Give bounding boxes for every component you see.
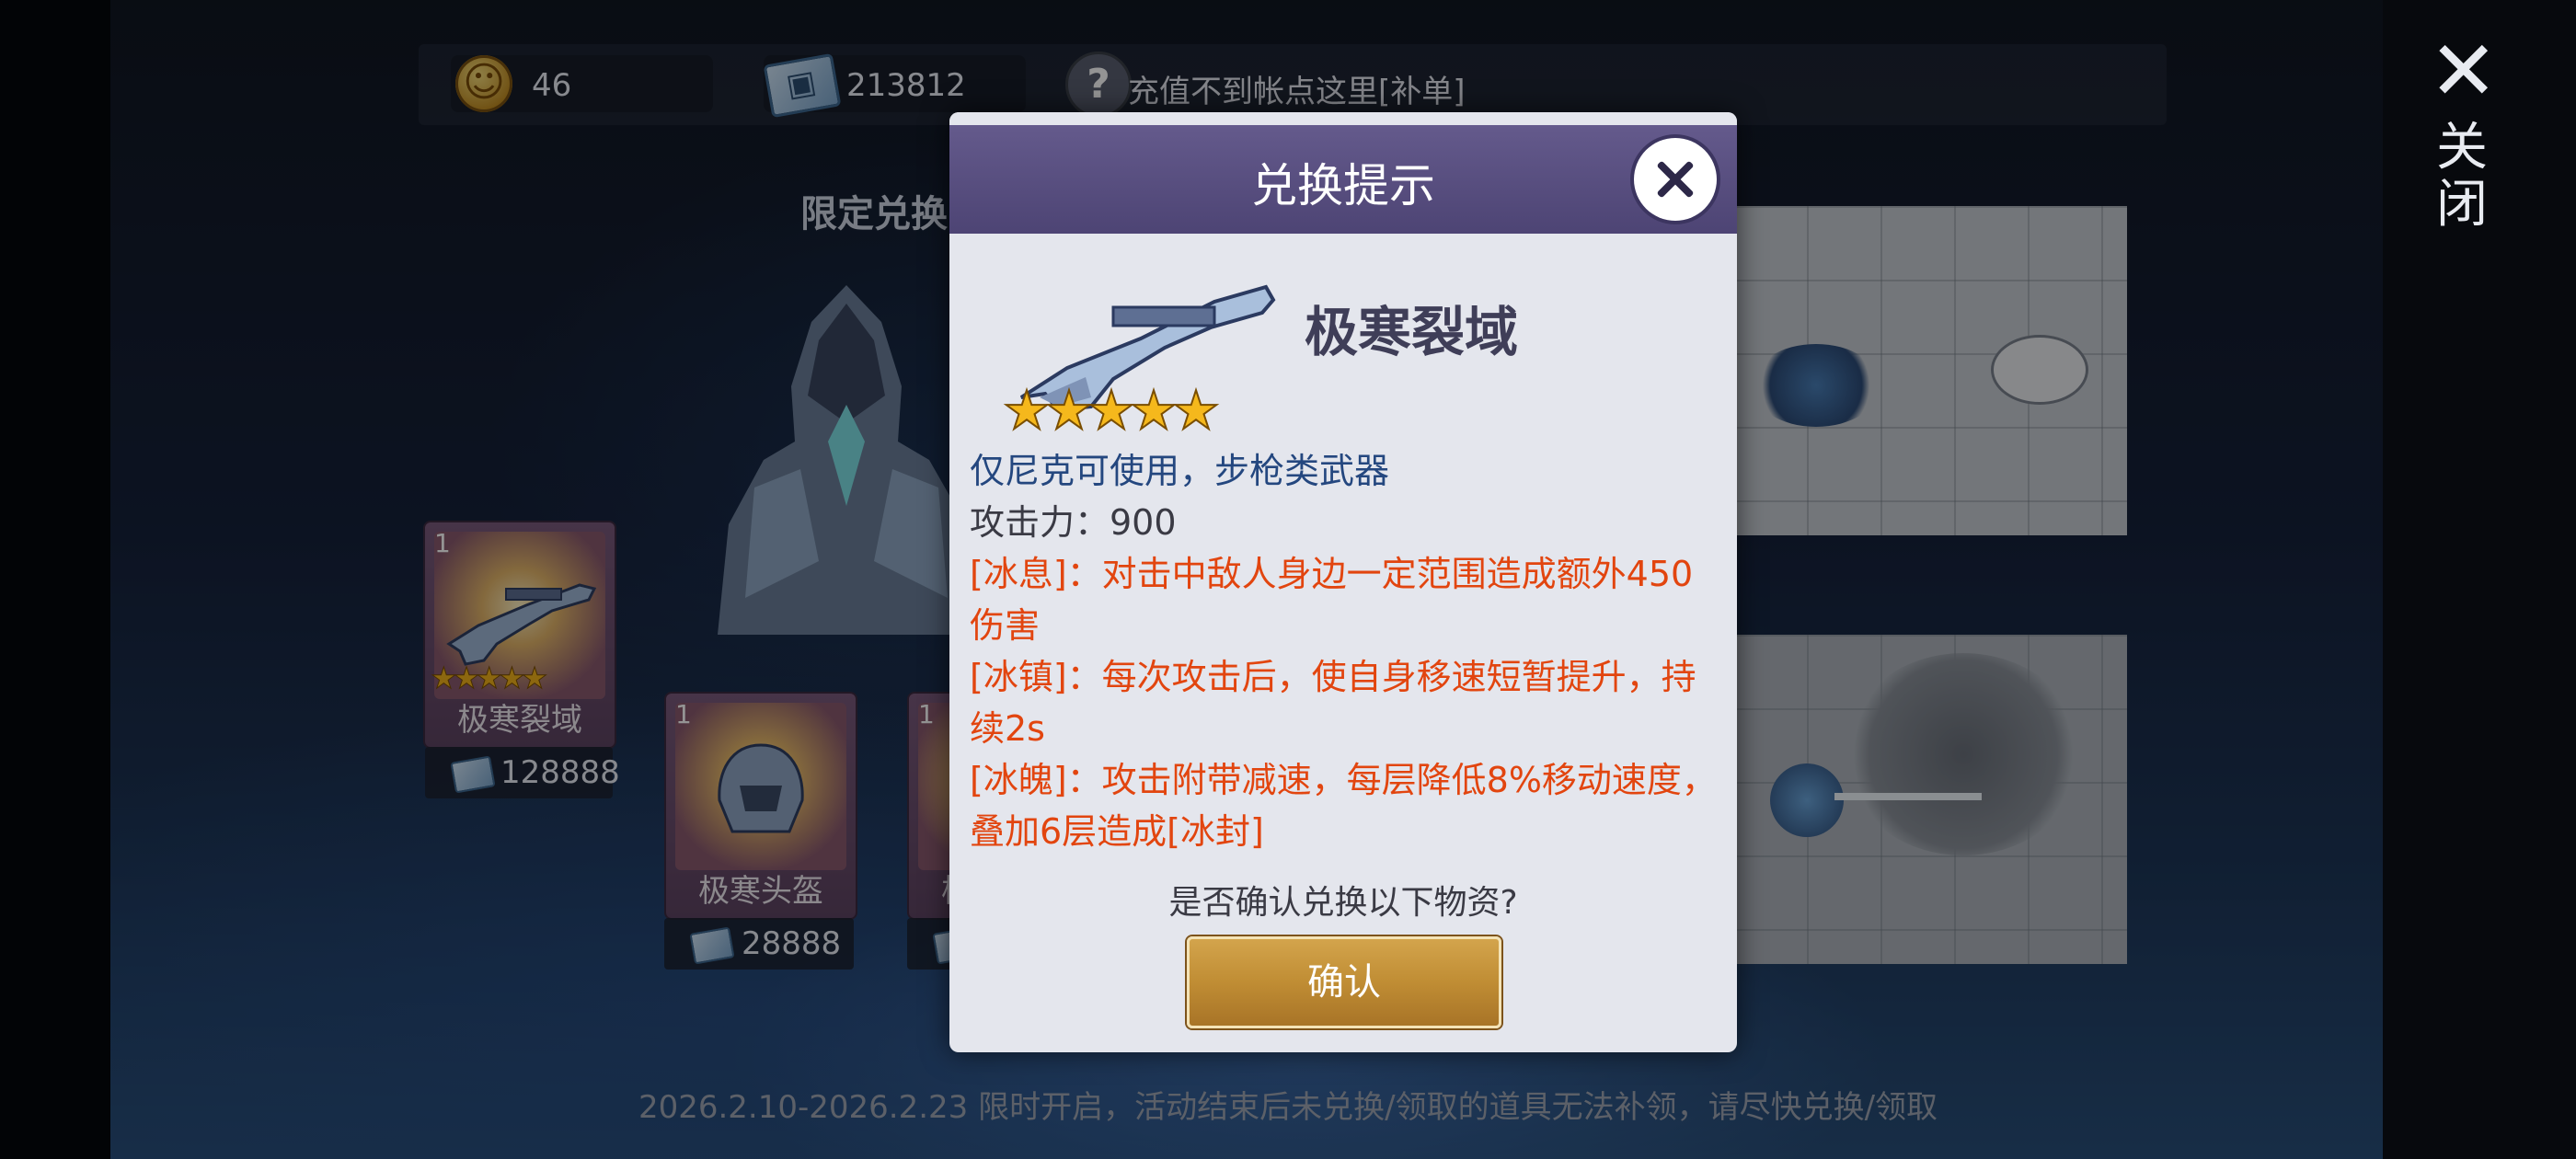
dialog-header: 兑换提示 (949, 112, 1737, 234)
desc-skill-3: [冰魄]：攻击附带减速，每层降低8%移动速度，叠加6层造成[冰封] (970, 760, 1717, 852)
dialog-close-button[interactable] (1634, 138, 1717, 221)
dialog-title: 兑换提示 (1251, 159, 1435, 212)
desc-skill-2: [冰镇]：每次攻击后，使自身移速短暂提升，持续2s (970, 657, 1696, 749)
exchange-dialog: 兑换提示 ★★★★★ 极寒裂域 仅尼克可使用，步枪类武器 攻击力：900 [冰息… (949, 112, 1737, 1052)
desc-skill-1: [冰息]：对击中敌人身边一定范围造成额外450伤害 (970, 554, 1694, 646)
close-label[interactable]: 关闭 (2436, 120, 2491, 234)
close-icon[interactable]: ✕ (2429, 30, 2498, 113)
item-name: 极寒裂域 (1305, 301, 1519, 363)
confirm-button[interactable]: 确认 (1187, 936, 1501, 1028)
desc-usage: 仅尼克可使用，步枪类武器 (970, 451, 1390, 491)
confirm-question: 是否确认兑换以下物资? (1168, 884, 1518, 922)
desc-attack: 攻击力：900 (970, 502, 1177, 543)
rarity-stars: ★★★★★ (1002, 378, 1221, 442)
